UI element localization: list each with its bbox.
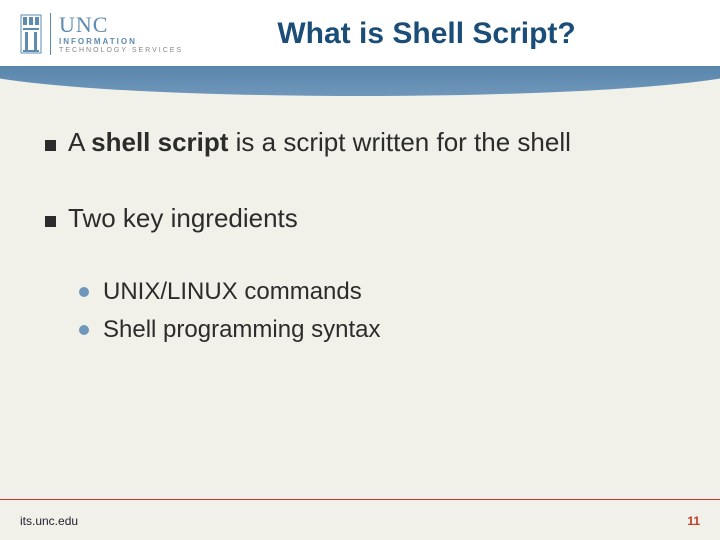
logo-divider [50, 13, 51, 55]
logo-block: UNC INFORMATION TECHNOLOGY SERVICES [20, 13, 183, 55]
logo-sub2: TECHNOLOGY SERVICES [59, 47, 183, 54]
bullet-text: A shell script is a script written for t… [68, 126, 571, 160]
square-bullet-icon [45, 140, 56, 151]
square-bullet-icon [45, 216, 56, 227]
footer-rule [0, 499, 720, 500]
text-pre: A [68, 127, 91, 157]
slide-content: A shell script is a script written for t… [0, 96, 720, 344]
slide-header: UNC INFORMATION TECHNOLOGY SERVICES What… [0, 0, 720, 68]
text-bold: shell script [91, 127, 228, 157]
sub-bullet-text: UNIX/LINUX commands [103, 278, 362, 306]
logo-sub1: INFORMATION [59, 38, 183, 46]
footer-url: its.unc.edu [20, 514, 78, 528]
slide-footer: its.unc.edu 11 [20, 514, 700, 528]
bullet-level1: A shell script is a script written for t… [45, 126, 675, 160]
logo-main: UNC [59, 14, 183, 36]
dot-bullet-icon [79, 325, 89, 335]
bullet-level2: Shell programming syntax [79, 316, 675, 344]
page-number: 11 [687, 514, 700, 528]
bullet-level2: UNIX/LINUX commands [79, 278, 675, 306]
text-post: is a script written for the shell [228, 127, 570, 157]
dot-bullet-icon [79, 287, 89, 297]
unc-emblem-icon [20, 14, 42, 54]
sub-bullet-text: Shell programming syntax [103, 316, 380, 344]
logo-text: UNC INFORMATION TECHNOLOGY SERVICES [59, 14, 183, 54]
sub-bullet-list: UNIX/LINUX commands Shell programming sy… [45, 278, 675, 344]
bullet-text: Two key ingredients [68, 202, 298, 236]
slide-title: What is Shell Script? [183, 17, 700, 51]
header-wave [0, 66, 720, 96]
bullet-level1: Two key ingredients [45, 202, 675, 236]
